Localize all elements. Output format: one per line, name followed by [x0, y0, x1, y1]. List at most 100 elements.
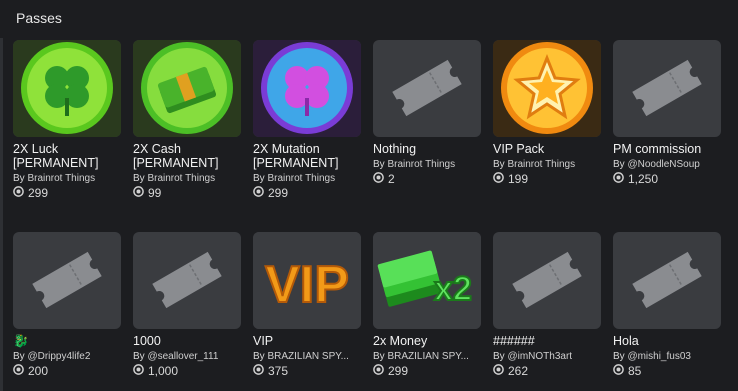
- robux-icon: [13, 364, 24, 378]
- pass-creator: By Brainrot Things: [253, 173, 361, 184]
- creator-link[interactable]: @mishi_fus03: [625, 351, 691, 362]
- ticket-placeholder-icon[interactable]: [613, 232, 721, 329]
- pass-name[interactable]: [PERMANENT]: [253, 156, 361, 170]
- pass-price: 99: [133, 186, 241, 200]
- robux-icon: [613, 364, 624, 378]
- vip-text-icon[interactable]: VIP: [253, 232, 361, 329]
- creator-link[interactable]: @Drippy4life2: [25, 351, 90, 362]
- pass-card[interactable]: x2 2x Money By BRAZILIAN SPY... 299: [373, 232, 481, 378]
- pass-creator: By Brainrot Things: [373, 159, 481, 170]
- pass-card[interactable]: 🐉 By @Drippy4life2 200: [13, 232, 121, 378]
- pass-price: 1,250: [613, 172, 721, 186]
- robux-icon: [493, 172, 504, 186]
- green-clover-orb-icon[interactable]: [13, 40, 121, 137]
- section-title: Passes: [16, 10, 62, 26]
- pass-price: 262: [493, 364, 601, 378]
- pass-price: 299: [13, 186, 121, 200]
- cash-stack-orb-icon[interactable]: [133, 40, 241, 137]
- robux-icon: [253, 364, 264, 378]
- by-prefix: By: [133, 173, 145, 184]
- pass-card[interactable]: Hola By @mishi_fus03 85: [613, 232, 721, 378]
- pass-card[interactable]: 2X Luck [PERMANENT] By Brainrot Things 299: [13, 40, 121, 200]
- pass-name[interactable]: ######: [493, 334, 601, 348]
- pass-name[interactable]: 2x Money: [373, 334, 481, 348]
- pass-creator: By @mishi_fus03: [613, 351, 721, 362]
- price-value: 299: [388, 364, 409, 378]
- price-value: 2: [388, 172, 395, 186]
- pass-name[interactable]: Hola: [613, 334, 721, 348]
- pass-card[interactable]: VIP Pack By Brainrot Things 199: [493, 40, 601, 186]
- pass-price: 200: [13, 364, 121, 378]
- robux-icon: [373, 172, 384, 186]
- purple-clover-orb-icon[interactable]: [253, 40, 361, 137]
- creator-link[interactable]: Brainrot Things: [145, 173, 215, 184]
- by-prefix: By: [253, 173, 265, 184]
- creator-link[interactable]: @seallover_111: [145, 351, 218, 362]
- creator-link[interactable]: @NoodleNSoup: [625, 159, 699, 170]
- pass-card[interactable]: 2X Cash [PERMANENT] By Brainrot Things 99: [133, 40, 241, 200]
- pass-name[interactable]: VIP: [253, 334, 361, 348]
- pass-price: 299: [253, 186, 361, 200]
- money-x2-icon[interactable]: x2: [373, 232, 481, 329]
- ticket-placeholder-icon[interactable]: [613, 40, 721, 137]
- creator-link[interactable]: Brainrot Things: [265, 173, 335, 184]
- pass-card[interactable]: PM commission By @NoodleNSoup 1,250: [613, 40, 721, 186]
- by-prefix: By: [613, 351, 625, 362]
- creator-link[interactable]: BRAZILIAN SPY...: [265, 351, 349, 362]
- pass-creator: By Brainrot Things: [493, 159, 601, 170]
- pass-price: 375: [253, 364, 361, 378]
- robux-icon: [133, 186, 144, 200]
- pass-creator: By @NoodleNSoup: [613, 159, 721, 170]
- by-prefix: By: [493, 159, 505, 170]
- pass-card[interactable]: 2X Mutation [PERMANENT] By Brainrot Things…: [253, 40, 361, 200]
- robux-icon: [13, 186, 24, 200]
- by-prefix: By: [133, 351, 145, 362]
- pass-name[interactable]: 1000: [133, 334, 241, 348]
- pass-name[interactable]: PM commission: [613, 142, 721, 156]
- creator-link[interactable]: BRAZILIAN SPY...: [385, 351, 469, 362]
- pass-name[interactable]: [PERMANENT]: [133, 156, 241, 170]
- ticket-placeholder-icon[interactable]: [373, 40, 481, 137]
- pass-name[interactable]: Nothing: [373, 142, 481, 156]
- price-value: 200: [28, 364, 49, 378]
- creator-link[interactable]: Brainrot Things: [25, 173, 95, 184]
- price-value: 375: [268, 364, 289, 378]
- price-value: 85: [628, 364, 642, 378]
- pass-creator: By Brainrot Things: [133, 173, 241, 184]
- pass-name[interactable]: VIP Pack: [493, 142, 601, 156]
- pass-creator: By @Drippy4life2: [13, 351, 121, 362]
- pass-name[interactable]: 2X Cash: [133, 142, 241, 156]
- ticket-placeholder-icon[interactable]: [493, 232, 601, 329]
- robux-icon: [493, 364, 504, 378]
- pass-price: 2: [373, 172, 481, 186]
- robux-icon: [373, 364, 384, 378]
- gold-star-orb-icon[interactable]: [493, 40, 601, 137]
- price-value: 1,000: [148, 364, 179, 378]
- creator-link[interactable]: Brainrot Things: [385, 159, 455, 170]
- pass-creator: By Brainrot Things: [13, 173, 121, 184]
- pass-card[interactable]: VIP VIP By BRAZILIAN SPY... 375: [253, 232, 361, 378]
- by-prefix: By: [13, 351, 25, 362]
- price-value: 1,250: [628, 172, 659, 186]
- svg-text:x2: x2: [434, 270, 472, 308]
- pass-price: 1,000: [133, 364, 241, 378]
- by-prefix: By: [373, 351, 385, 362]
- pass-card[interactable]: 1000 By @seallover_111 1,000: [133, 232, 241, 378]
- pass-name[interactable]: 🐉: [13, 334, 121, 348]
- by-prefix: By: [613, 159, 625, 170]
- ticket-placeholder-icon[interactable]: [13, 232, 121, 329]
- pass-name[interactable]: [PERMANENT]: [13, 156, 121, 170]
- robux-icon: [613, 172, 624, 186]
- by-prefix: By: [253, 351, 265, 362]
- by-prefix: By: [13, 173, 25, 184]
- by-prefix: By: [493, 351, 505, 362]
- pass-card[interactable]: Nothing By Brainrot Things 2: [373, 40, 481, 186]
- creator-link[interactable]: @imNOTh3art: [505, 351, 572, 362]
- pass-price: 85: [613, 364, 721, 378]
- pass-name[interactable]: 2X Luck: [13, 142, 121, 156]
- ticket-placeholder-icon[interactable]: [133, 232, 241, 329]
- pass-price: 199: [493, 172, 601, 186]
- pass-card[interactable]: ###### By @imNOTh3art 262: [493, 232, 601, 378]
- creator-link[interactable]: Brainrot Things: [505, 159, 575, 170]
- pass-name[interactable]: 2X Mutation: [253, 142, 361, 156]
